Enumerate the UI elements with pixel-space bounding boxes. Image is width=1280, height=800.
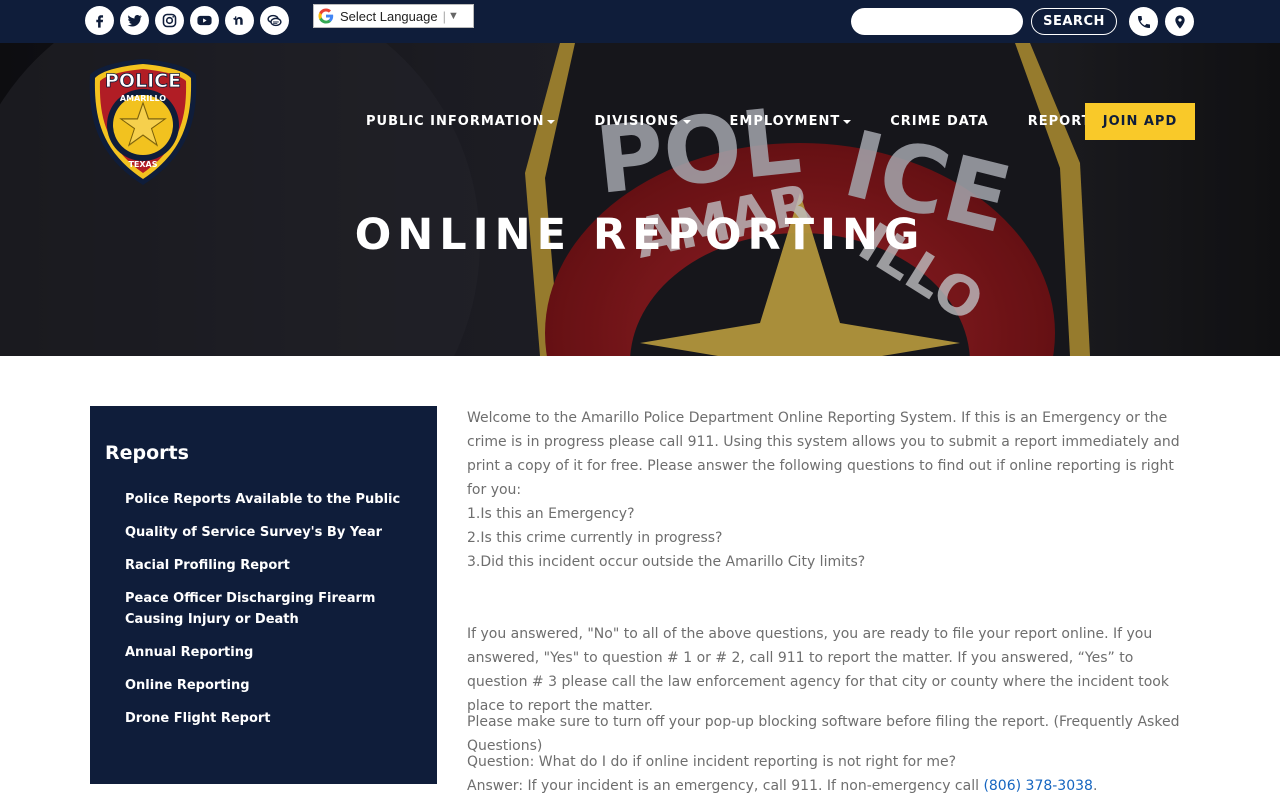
nav-employment-label: EMPLOYMENT: [729, 114, 841, 129]
caret-down-icon: [547, 119, 556, 124]
logo-top-text: POLICE: [105, 70, 181, 92]
instagram-icon[interactable]: [155, 6, 184, 35]
sidebar-item-police-reports[interactable]: Police Reports Available to the Public: [125, 489, 415, 510]
twitter-icon[interactable]: [120, 6, 149, 35]
location-pin-icon[interactable]: [1165, 7, 1194, 36]
chat-icon[interactable]: [260, 6, 289, 35]
question-item: 3.Did this incident occur outside the Am…: [467, 554, 866, 570]
sidebar-item-annual-reporting[interactable]: Annual Reporting: [125, 642, 415, 663]
search-button[interactable]: SEARCH: [1031, 8, 1117, 35]
question-item: 1.Is this an Emergency?: [467, 506, 635, 522]
question-list: 1.Is this an Emergency? 2.Is this crime …: [467, 502, 865, 574]
language-select-label: Select Language: [340, 8, 438, 24]
faq-question: Question: What do I do if online inciden…: [467, 754, 957, 770]
nav-crime-data[interactable]: CRIME DATA: [890, 114, 989, 129]
nav-public-information[interactable]: PUBLIC INFORMATION: [366, 114, 556, 129]
sidebar-item-firearm-discharge[interactable]: Peace Officer Discharging Firearm Causin…: [125, 588, 415, 630]
top-bar: Select Language | ▼ SEARCH: [0, 0, 1280, 43]
sidebar-item-online-reporting[interactable]: Online Reporting: [125, 675, 415, 696]
caret-down-icon: [682, 119, 691, 124]
page-title: ONLINE REPORTING: [354, 210, 926, 260]
logo-state-text: TEXAS: [128, 160, 157, 169]
nav-divisions[interactable]: DIVISIONS: [594, 114, 691, 129]
google-icon: [318, 8, 334, 24]
faq-answer: Answer: If your incident is an emergency…: [467, 774, 1193, 798]
faq-answer-end: .: [1092, 778, 1098, 794]
youtube-icon[interactable]: [190, 6, 219, 35]
intro-paragraph: Welcome to the Amarillo Police Departmen…: [467, 410, 1180, 498]
facebook-icon[interactable]: [85, 6, 114, 35]
language-select[interactable]: Select Language | ▼: [313, 4, 474, 28]
apd-logo[interactable]: POLICE AMARILLO TEXAS: [86, 57, 200, 187]
main-nav: PUBLIC INFORMATION DIVISIONS EMPLOYMENT …: [366, 103, 1152, 140]
nav-employment[interactable]: EMPLOYMENT: [730, 114, 852, 129]
phone-link[interactable]: (806) 378-3038: [983, 778, 1093, 794]
nav-divisions-label: DIVISIONS: [594, 114, 680, 129]
chevron-down-icon: ▼: [447, 10, 459, 22]
sidebar-title: Reports: [105, 442, 189, 464]
faq-block: Question: What do I do if online inciden…: [467, 750, 1193, 798]
sidebar-item-drone-flight[interactable]: Drone Flight Report: [125, 708, 415, 729]
hero-banner: POL ICE AMAR ILLO POLICE AMARILLO TEXAS …: [0, 43, 1280, 356]
nextdoor-icon[interactable]: [225, 6, 254, 35]
sidebar-list: Police Reports Available to the Public Q…: [125, 489, 415, 741]
sidebar-item-racial-profiling[interactable]: Racial Profiling Report: [125, 555, 415, 576]
nav-public-information-label: PUBLIC INFORMATION: [366, 114, 545, 129]
answer-paragraph: If you answered, "No" to all of the abov…: [467, 626, 1169, 714]
phone-icon[interactable]: [1129, 7, 1158, 36]
search-input[interactable]: [851, 8, 1023, 35]
caret-down-icon: [843, 119, 852, 124]
question-item: 2.Is this crime currently in progress?: [467, 530, 723, 546]
logo-city-text: AMARILLO: [120, 94, 166, 103]
nav-crime-data-label: CRIME DATA: [890, 114, 989, 129]
social-links: [85, 6, 289, 35]
join-apd-button[interactable]: JOIN APD: [1085, 103, 1195, 140]
reports-sidebar: Reports Police Reports Available to the …: [90, 406, 437, 784]
language-select-separator: |: [442, 8, 446, 24]
sidebar-item-quality-survey[interactable]: Quality of Service Survey's By Year: [125, 522, 415, 543]
faq-answer-text: Answer: If your incident is an emergency…: [467, 778, 984, 794]
